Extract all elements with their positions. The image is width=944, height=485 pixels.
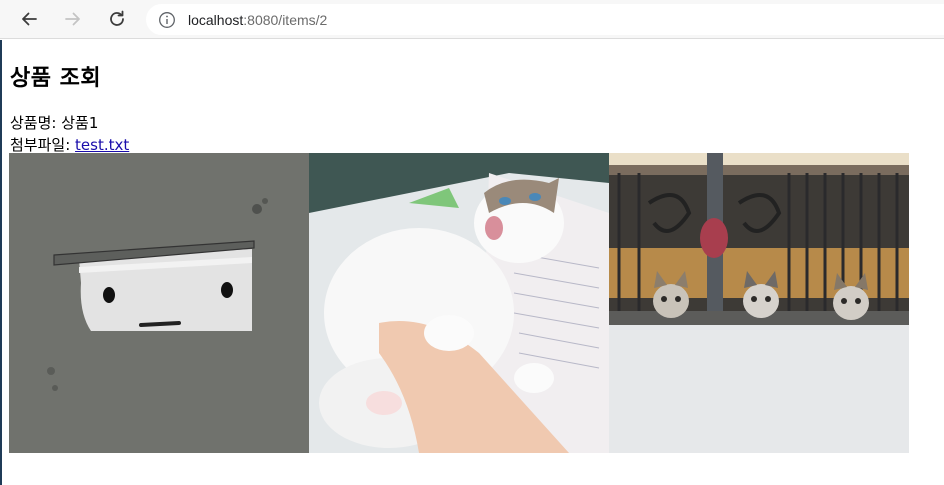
white-cat-held-image [309,153,609,453]
page-title: 상품 조회 [10,66,102,91]
cats-on-balcony-image [609,153,909,453]
forward-button[interactable] [58,4,88,34]
item-name-label: 상품명: [10,114,57,132]
cartoon-cat-peeking-image [9,153,309,453]
url-text[interactable]: localhost:8080/items/2 [188,12,327,28]
browser-toolbar: localhost:8080/items/2 [0,0,944,39]
attachment-label: 첨부파일: [10,136,71,154]
page-content: 상품 조회 상품명: 상품1 첨부파일: test.txt [0,40,944,485]
arrow-right-icon [65,12,80,26]
item-name-row: 상품명: 상품1 [10,112,98,133]
url-path: :8080/items/2 [243,11,328,28]
back-button[interactable] [14,4,44,34]
image-gallery [9,153,909,453]
url-host: localhost [188,11,244,28]
info-icon[interactable] [158,11,176,29]
address-bar[interactable]: localhost:8080/items/2 [146,4,944,35]
attachment-link[interactable]: test.txt [75,136,129,154]
reload-icon [110,10,124,26]
arrow-left-icon [22,12,37,26]
attachment-row: 첨부파일: test.txt [10,134,129,155]
reload-button[interactable] [102,4,132,34]
item-name-value: 상품1 [61,114,99,132]
